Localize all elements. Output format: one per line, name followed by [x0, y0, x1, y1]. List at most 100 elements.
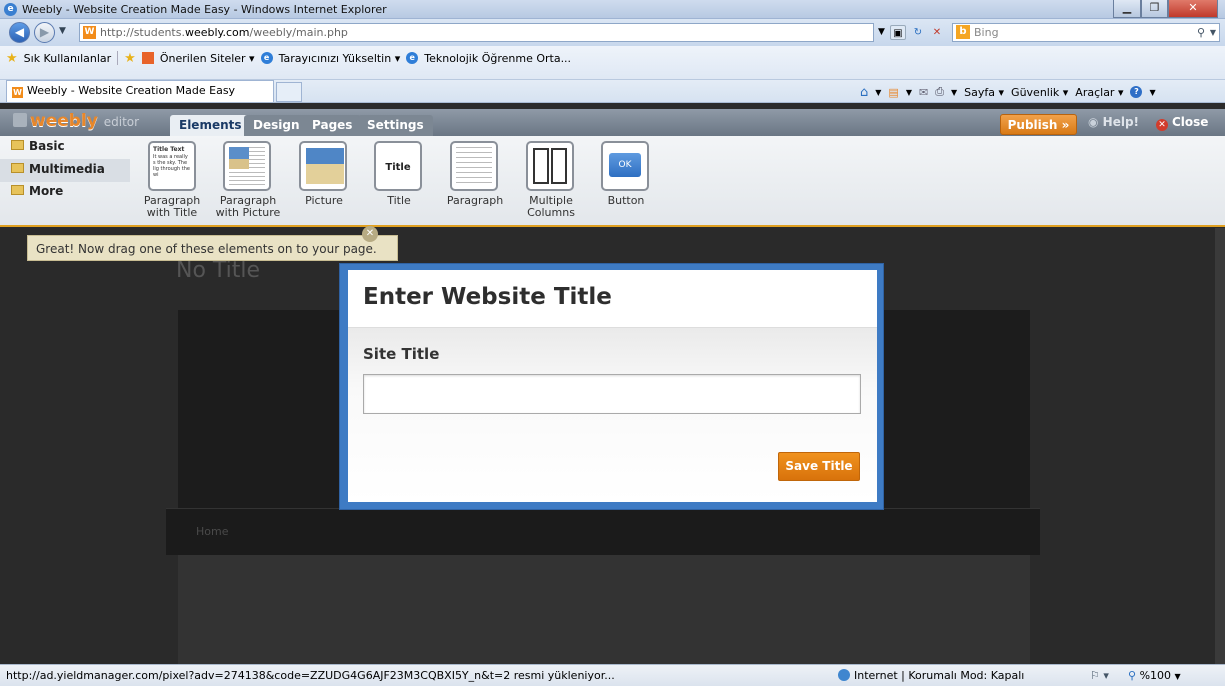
favorites-bar: ★ Sık Kullanılanlar ★ Önerilen Siteler ▾…	[0, 46, 1225, 80]
ie-logo-icon: e	[4, 3, 17, 16]
favorites-row: ★ Sık Kullanılanlar ★ Önerilen Siteler ▾…	[6, 50, 571, 66]
help-dropdown-icon[interactable]: ▼	[1149, 88, 1155, 97]
zoom-control[interactable]: ⚲ %100 ▼	[1128, 665, 1181, 686]
mail-icon[interactable]: ✉	[919, 86, 928, 99]
weebly-editor-label: editor	[103, 115, 140, 129]
content-area	[178, 555, 1030, 664]
help-icon[interactable]: ?	[1130, 86, 1143, 98]
category-label: More	[29, 184, 64, 198]
nav-band	[166, 508, 1040, 555]
element-label: Picture	[305, 194, 343, 207]
new-tab-button[interactable]	[276, 82, 302, 102]
zoom-level: %100	[1139, 669, 1172, 682]
minimize-icon[interactable]: ▁	[1113, 0, 1141, 18]
browser-tab[interactable]: W Weebly - Website Creation Made Easy	[6, 80, 274, 102]
zoom-icon: ⚲	[1128, 669, 1137, 682]
url-dropdown-icon[interactable]: ▼	[878, 27, 885, 37]
site-title-input[interactable]	[363, 374, 861, 414]
favorites-star-icon: ★	[6, 50, 18, 66]
tile-title-text: Title Text	[153, 146, 185, 153]
tile-title-text: Title Text	[385, 162, 411, 173]
upgrade-browser-link[interactable]: Tarayıcınızı Yükseltin ▾	[279, 52, 401, 65]
print-icon[interactable]: ⎙	[935, 85, 944, 99]
globe-icon	[838, 669, 850, 681]
element-paragraph-with-title[interactable]: Title Text It was a really s the sky. Th…	[148, 141, 196, 191]
suggested-sites-icon	[141, 52, 154, 64]
element-label: Title	[387, 194, 411, 207]
element-picture[interactable]	[299, 141, 347, 191]
search-dropdown-icon[interactable]: ▼	[1210, 24, 1216, 41]
element-multiple-columns[interactable]	[526, 141, 574, 191]
element-title[interactable]: Title Text	[374, 141, 422, 191]
folder-icon	[11, 185, 24, 195]
text-lines-icon	[229, 172, 265, 186]
category-multimedia[interactable]: Multimedia	[0, 159, 130, 182]
site-title-label: Site Title	[363, 345, 440, 363]
security-menu[interactable]: Güvenlik ▾	[1011, 86, 1068, 99]
thumbnail-image-icon	[229, 147, 249, 169]
protected-mode-icon[interactable]: ⚐ ▾	[1090, 665, 1109, 686]
tab-settings[interactable]: Settings	[358, 115, 433, 136]
scrollbar[interactable]	[1215, 228, 1225, 664]
search-input[interactable]: b Bing ⚲ ▼	[952, 23, 1220, 42]
element-label: Button	[607, 194, 645, 207]
page-menu[interactable]: Sayfa ▾	[964, 86, 1004, 99]
element-label: Multiple Columns	[527, 194, 575, 219]
window-title: Weebly - Website Creation Made Easy - Wi…	[22, 3, 387, 16]
tools-menu[interactable]: Araçlar ▾	[1075, 86, 1123, 99]
zone-label: Internet | Korumalı Mod: Kapalı	[854, 669, 1025, 682]
tip-close-icon[interactable]: ✕	[362, 226, 378, 242]
feeds-icon[interactable]: ▤	[888, 86, 898, 99]
help-button[interactable]: ◉ Help!	[1088, 115, 1139, 129]
feeds-dropdown-icon[interactable]: ▼	[906, 88, 912, 97]
save-title-button[interactable]: Save Title	[778, 452, 860, 481]
forward-icon[interactable]: ▶	[34, 22, 55, 43]
element-paragraph[interactable]	[450, 141, 498, 191]
column-icon	[533, 148, 549, 184]
favorites-button[interactable]: Sık Kullanılanlar	[24, 52, 112, 65]
search-placeholder: Bing	[974, 26, 999, 39]
home-dropdown-icon[interactable]: ▼	[875, 88, 881, 97]
compatibility-icon[interactable]: ▣	[890, 25, 906, 40]
close-editor-button[interactable]: ✕ Close	[1156, 115, 1208, 131]
stop-icon[interactable]: ✕	[929, 25, 945, 40]
ie-page-icon: e	[260, 52, 273, 64]
close-x-icon: ✕	[1156, 119, 1168, 131]
tab-design[interactable]: Design	[244, 115, 309, 136]
dialog-title: Enter Website Title	[363, 284, 612, 310]
ie-page-icon: e	[406, 52, 419, 64]
tab-label: Weebly - Website Creation Made Easy	[27, 84, 236, 97]
refresh-icon[interactable]: ↻	[910, 25, 926, 40]
address-bar: ◀ ▶ ▼ Whttp://students.weebly.com/weebly…	[0, 19, 1225, 46]
add-favorites-icon[interactable]: ★	[124, 51, 136, 66]
element-paragraph-with-picture[interactable]	[223, 141, 271, 191]
security-zone[interactable]: Internet | Korumalı Mod: Kapalı	[838, 665, 1024, 686]
bing-logo-icon: b	[956, 25, 970, 39]
tech-learning-link[interactable]: Teknolojik Öğrenme Orta...	[424, 52, 571, 65]
search-icon[interactable]: ⚲	[1197, 24, 1205, 41]
home-icon[interactable]: ⌂	[860, 85, 868, 100]
weebly-favicon-icon: W	[83, 26, 96, 39]
recent-pages-icon[interactable]: ▼	[59, 26, 66, 36]
publish-button[interactable]: Publish »	[1000, 114, 1077, 135]
element-button[interactable]: OK	[601, 141, 649, 191]
category-label: Basic	[29, 139, 65, 153]
folder-icon	[11, 163, 24, 173]
column-icon	[551, 148, 567, 184]
ok-button-preview: OK	[609, 153, 641, 177]
text-lines-icon	[456, 147, 492, 185]
url-input[interactable]: Whttp://students.weebly.com/weebly/main.…	[79, 23, 874, 42]
category-label: Multimedia	[29, 162, 105, 176]
category-basic[interactable]: Basic	[11, 139, 65, 159]
close-icon[interactable]: ✕	[1168, 0, 1218, 18]
tab-elements[interactable]: Elements	[170, 115, 251, 136]
tab-pages[interactable]: Pages	[303, 115, 362, 136]
maximize-icon[interactable]: ❐	[1141, 0, 1168, 18]
folder-icon	[11, 140, 24, 150]
command-bar: ⌂ ▼ ▤ ▼ ✉ ⎙ ▼ Sayfa ▾ Güvenlik ▾ Araçlar ▾ …	[860, 82, 1156, 102]
suggested-sites-link[interactable]: Önerilen Siteler ▾	[160, 52, 255, 65]
zoom-dropdown-icon: ▼	[1174, 672, 1181, 681]
back-icon[interactable]: ◀	[9, 22, 30, 43]
category-more[interactable]: More	[11, 184, 63, 204]
print-dropdown-icon[interactable]: ▼	[951, 88, 957, 97]
